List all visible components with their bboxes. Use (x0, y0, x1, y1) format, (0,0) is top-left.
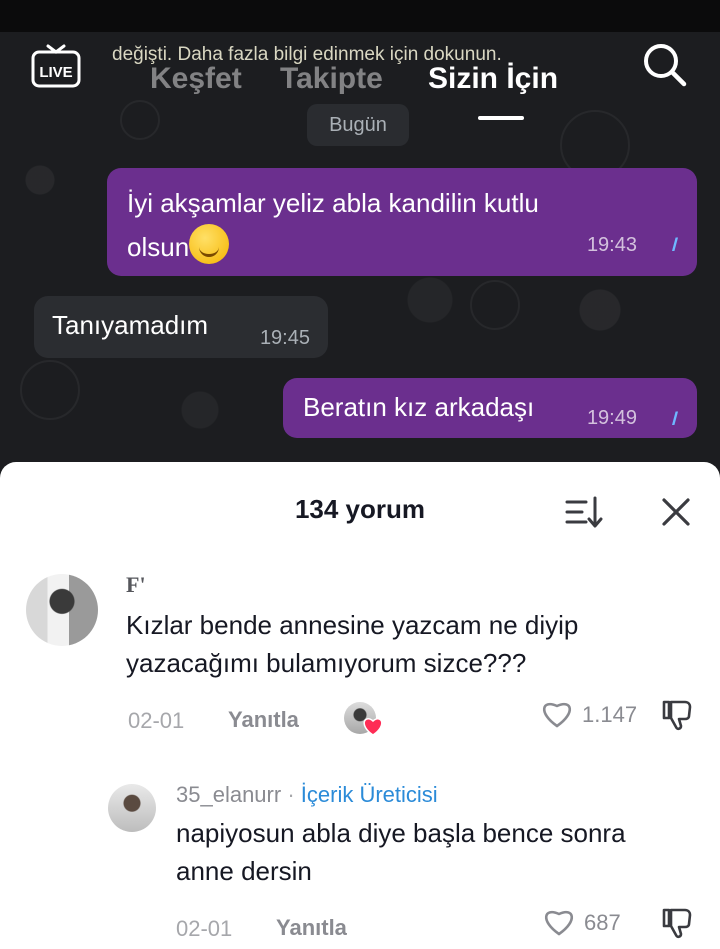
sort-icon[interactable] (564, 494, 604, 530)
creator-liked-heart-icon (363, 718, 383, 736)
avatar[interactable] (26, 574, 98, 646)
info-toast[interactable]: değişti. Daha fazla bilgi edinmek için d… (112, 44, 502, 66)
message-bubble-outgoing: İyi akşamlar yeliz abla kandilin kutlu o… (107, 168, 697, 276)
active-tab-indicator (478, 116, 524, 120)
reply-button[interactable]: Yanıtla (228, 707, 299, 733)
creator-badge: İçerik Üreticisi (300, 782, 438, 807)
message-bubble-incoming: Tanıyamadım 19:45 (34, 296, 328, 358)
dislike-icon[interactable] (660, 698, 694, 732)
message-time: 19:43 (586, 234, 637, 256)
message-time: 19:45 (259, 327, 310, 349)
like-count: 687 (584, 910, 621, 935)
reply-username[interactable]: 35_elanurr (176, 782, 281, 807)
comments-sheet: 134 yorum F' Kızlar bende annesine yazca… (0, 462, 720, 949)
comment-text: Kızlar bende annesine yazcam ne diyip ya… (126, 610, 579, 678)
reply-text: napiyosun abla diye başla bence sonra an… (176, 818, 626, 886)
heart-icon[interactable] (540, 698, 574, 728)
avatar[interactable] (108, 784, 156, 832)
message-text: Tanıyamadım (52, 310, 209, 340)
reply-header: 35_elanurr · İçerik Üreticisi (176, 782, 438, 808)
comment-username[interactable]: F' (126, 572, 146, 598)
comment-date: 02-01 (128, 708, 185, 733)
chat-date-label: Bugün (307, 104, 409, 146)
comments-count-title: 134 yorum (294, 494, 426, 524)
heart-icon[interactable] (542, 906, 576, 936)
reply-button[interactable]: Yanıtla (276, 915, 347, 941)
message-bubble-outgoing: Beratın kız arkadaşı 19:49 // (283, 378, 697, 438)
search-icon[interactable] (640, 40, 688, 88)
message-text: İyi akşamlar yeliz abla kandilin kutlu o… (127, 188, 539, 262)
svg-text:LIVE: LIVE (39, 64, 72, 81)
message-text: Beratın kız arkadaşı (303, 392, 535, 422)
top-nav-bar: LIVE Keşfet Takipte Sizin İçin değişti. … (0, 32, 720, 120)
dislike-icon[interactable] (660, 906, 694, 940)
video-area[interactable]: LIVE Keşfet Takipte Sizin İçin değişti. … (0, 0, 720, 470)
smile-emoji-icon (189, 224, 230, 264)
tab-explore[interactable]: Keşfet (150, 62, 242, 96)
comment-date: 02-01 (176, 916, 233, 941)
like-count: 1.147 (582, 702, 638, 727)
tab-following[interactable]: Takipte (280, 62, 383, 96)
close-icon[interactable] (660, 496, 692, 528)
live-icon[interactable]: LIVE (30, 40, 82, 90)
message-time: 19:49 (586, 407, 637, 429)
tab-for-you[interactable]: Sizin İçin (428, 62, 558, 96)
separator-dot: · (287, 782, 295, 807)
